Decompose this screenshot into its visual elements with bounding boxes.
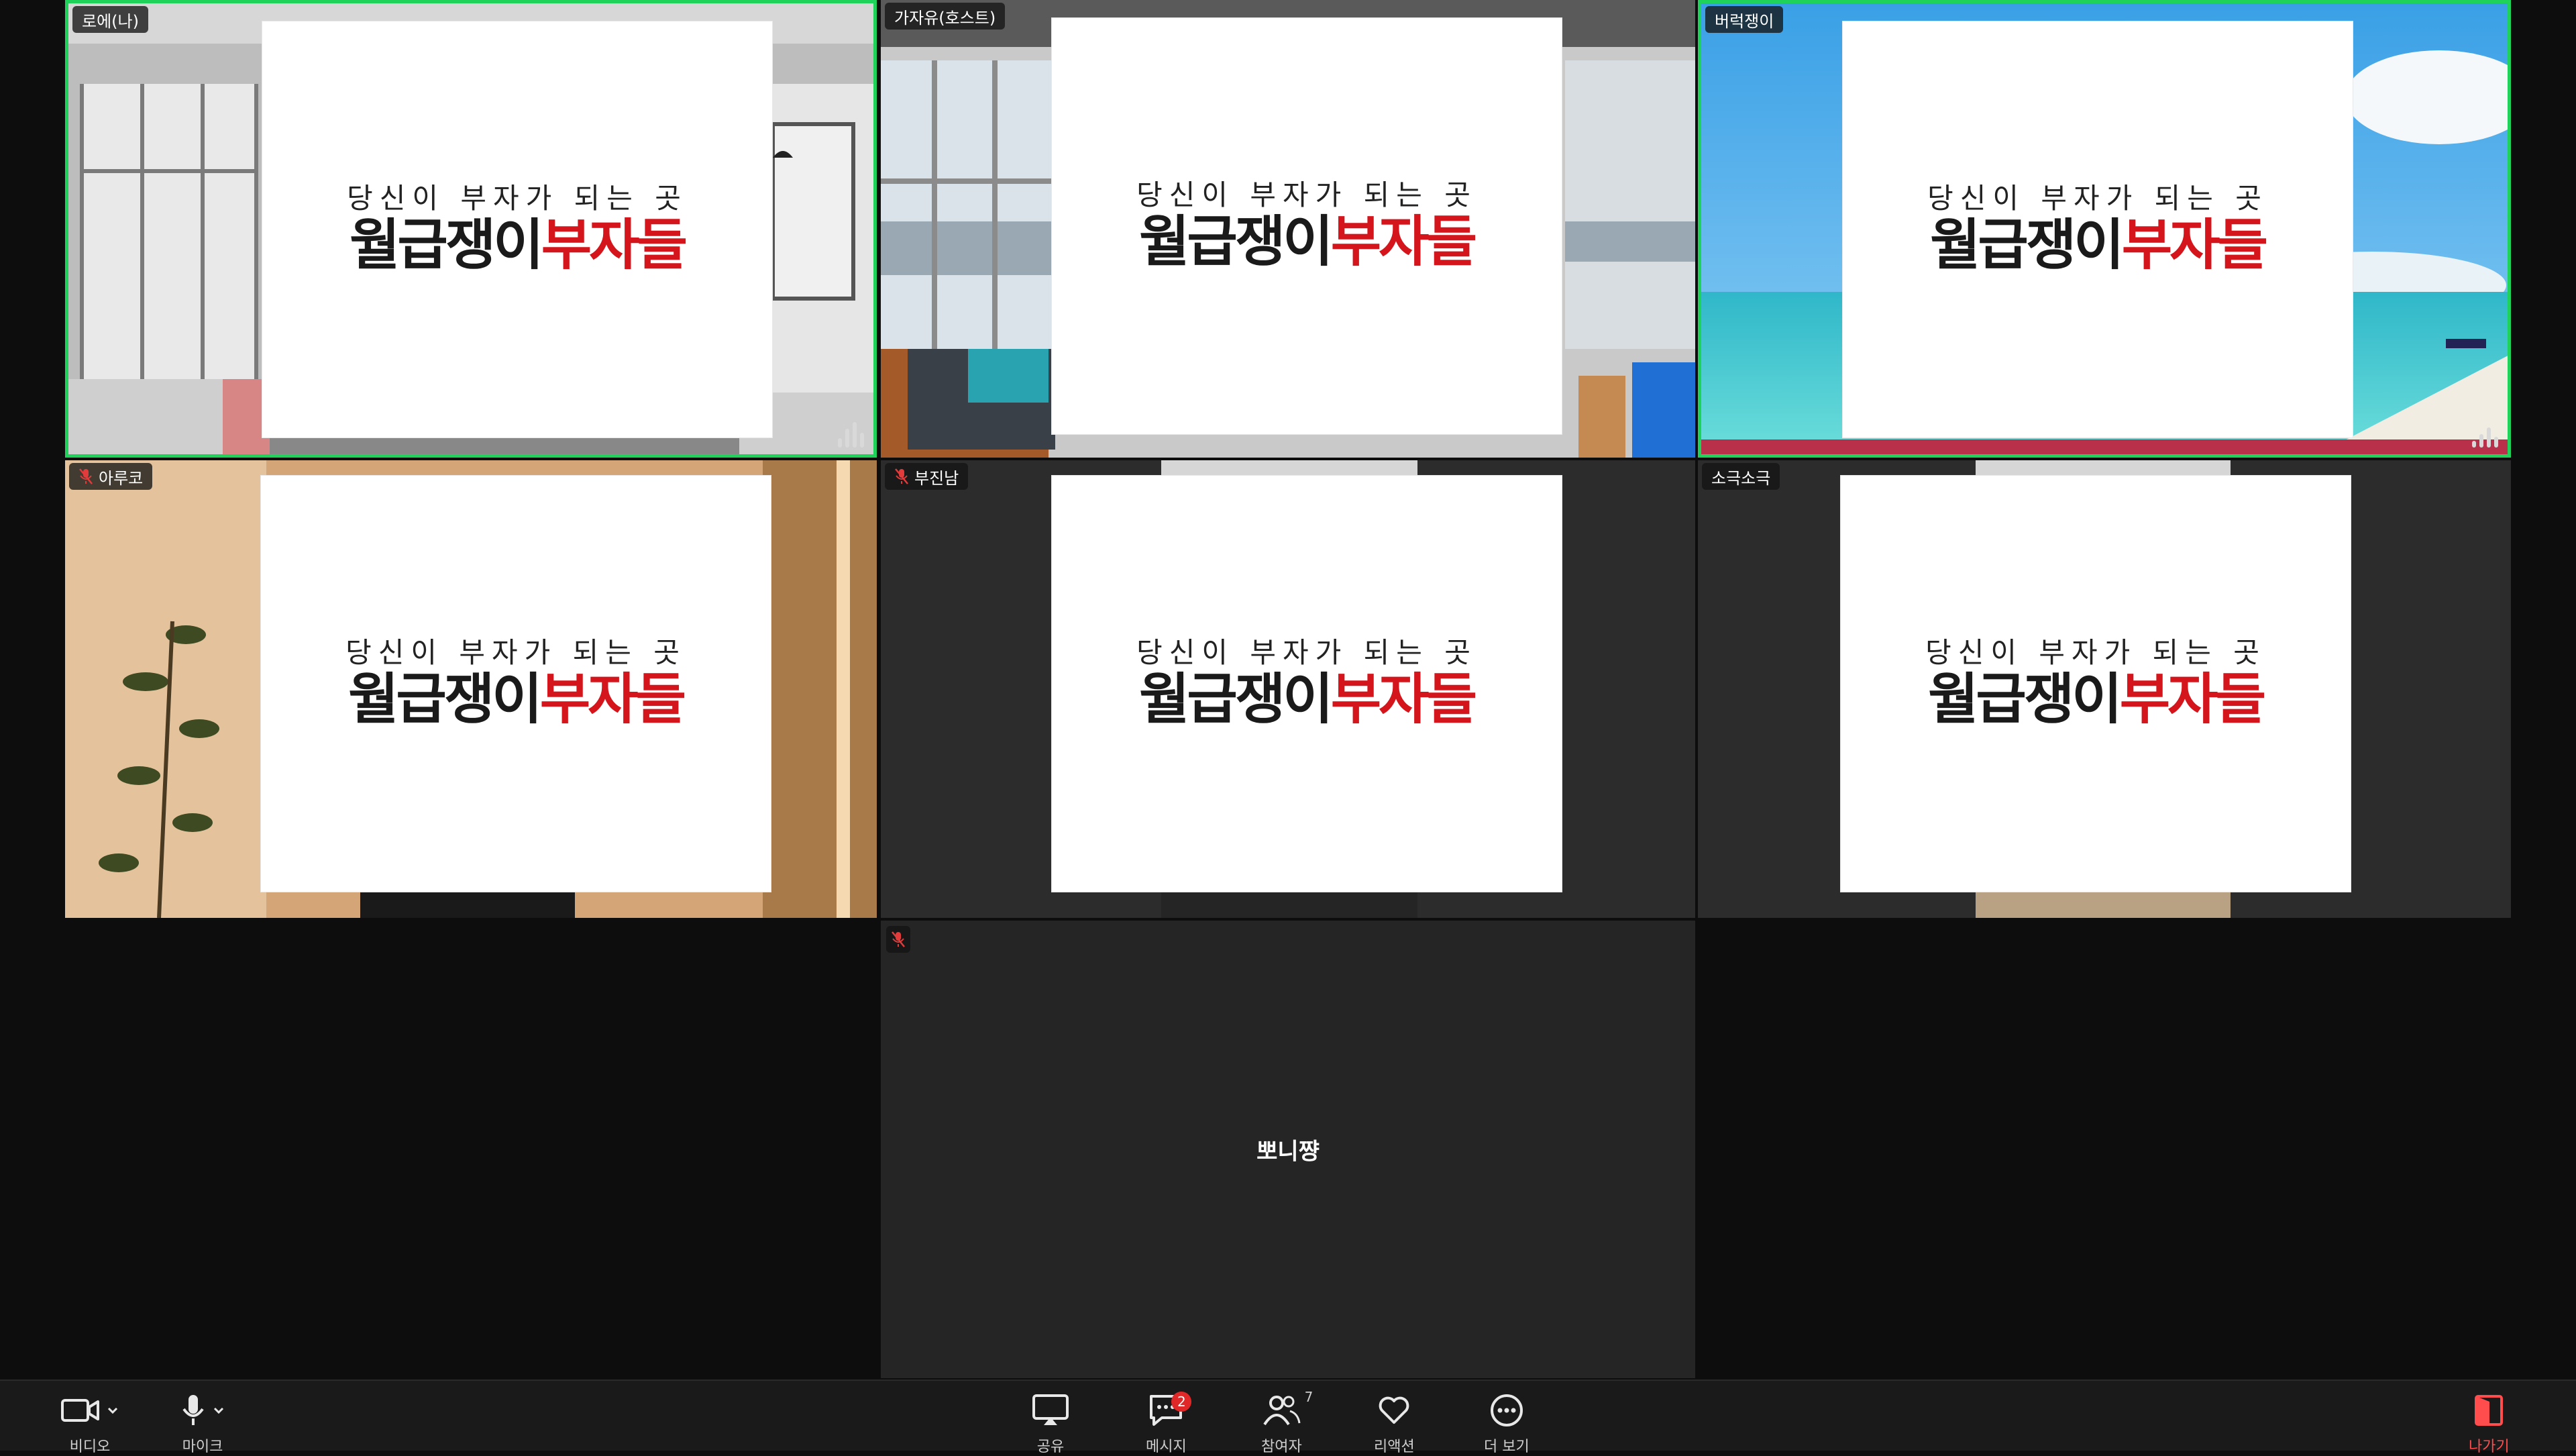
- mic-muted-icon: [79, 468, 93, 484]
- mic-muted-icon: [895, 468, 908, 484]
- video-tile-5[interactable]: 부진남 당신이 부자가 되는 곳 월급쟁이부자들: [881, 460, 1695, 918]
- leave-button[interactable]: 나가기: [2469, 1390, 2510, 1456]
- participant-name-tag: 부진남: [885, 463, 969, 490]
- leave-label: 나가기: [2469, 1439, 2510, 1455]
- video-tile-2[interactable]: 가자유(호스트) 당신이 부자가 되는 곳 월급쟁이부자들: [881, 0, 1695, 458]
- reactions-label: 리액션: [1374, 1439, 1415, 1455]
- video-tile-4[interactable]: 아루코 당신이 부자가 되는 곳 월급쟁이부자들: [65, 460, 877, 918]
- shared-slide: 당신이 부자가 되는 곳 월급쟁이부자들: [1051, 17, 1562, 435]
- video-tile-6[interactable]: 소극소극 당신이 부자가 되는 곳 월급쟁이부자들: [1698, 460, 2511, 918]
- participant-name-tag: 아루코: [69, 463, 153, 490]
- shared-slide: 당신이 부자가 되는 곳 월급쟁이부자들: [1051, 475, 1562, 892]
- participant-count: 7: [1304, 1389, 1313, 1405]
- slide-title: 월급쟁이부자들: [1138, 210, 1477, 274]
- chat-button[interactable]: 2 메시지: [1146, 1390, 1192, 1456]
- slide-subtitle: 당신이 부자가 되는 곳: [1925, 636, 2266, 670]
- slide-title: 월급쟁이부자들: [1929, 213, 2268, 278]
- microphone-icon: [182, 1395, 204, 1425]
- reactions-button[interactable]: 리액션: [1374, 1390, 1415, 1456]
- slide-title: 월급쟁이부자들: [347, 668, 686, 732]
- slide-title: 월급쟁이부자들: [1138, 668, 1477, 732]
- video-tile-1[interactable]: 로에(나) 당신이 부자가 되는 곳 월급쟁이부자들: [65, 0, 877, 458]
- meeting-toolbar: 비디오 마이크 공유 2 메시지 7 참여자 리액션 더 보기 나가기: [0, 1380, 2576, 1455]
- slide-title: 월급쟁이부자들: [349, 213, 688, 278]
- mic-muted-icon: [892, 931, 905, 947]
- participant-name-tag: 버럭쟁이: [1705, 6, 1784, 33]
- audio-level-icon: [2472, 421, 2498, 448]
- shared-slide: 당신이 부자가 되는 곳 월급쟁이부자들: [1842, 21, 2353, 438]
- slide-subtitle: 당신이 부자가 되는 곳: [1136, 178, 1477, 212]
- slide-title: 월급쟁이부자들: [1927, 668, 2266, 732]
- video-camera-icon: [61, 1399, 99, 1422]
- mic-button[interactable]: 마이크: [180, 1390, 225, 1456]
- video-label: 비디오: [69, 1439, 111, 1455]
- slide-subtitle: 당신이 부자가 되는 곳: [345, 636, 686, 670]
- shared-slide: 당신이 부자가 되는 곳 월급쟁이부자들: [1840, 475, 2351, 892]
- participant-name-tag: 소극소극: [1702, 463, 1780, 490]
- leave-door-icon: [2475, 1395, 2504, 1426]
- video-tile-7[interactable]: 뽀니쨩: [881, 921, 1695, 1378]
- share-label: 공유: [1036, 1439, 1065, 1455]
- mic-muted-badge: [886, 926, 910, 953]
- share-button[interactable]: 공유: [1032, 1390, 1069, 1456]
- shared-slide: 당신이 부자가 되는 곳 월급쟁이부자들: [260, 475, 771, 892]
- participant-name-tag: 가자유(호스트): [885, 3, 1006, 30]
- audio-level-icon: [838, 421, 864, 448]
- chat-label: 메시지: [1146, 1439, 1187, 1455]
- shared-slide: 당신이 부자가 되는 곳 월급쟁이부자들: [262, 21, 773, 438]
- chevron-down-icon[interactable]: [212, 1404, 225, 1417]
- participants-icon: [1263, 1396, 1301, 1426]
- video-button[interactable]: 비디오: [60, 1390, 119, 1456]
- heart-icon: [1379, 1396, 1409, 1424]
- more-label: 더 보기: [1484, 1439, 1529, 1455]
- slide-subtitle: 당신이 부자가 되는 곳: [347, 182, 688, 215]
- slide-subtitle: 당신이 부자가 되는 곳: [1927, 182, 2268, 215]
- participant-name-tag: 로에(나): [72, 6, 148, 33]
- more-icon: [1490, 1394, 1523, 1426]
- share-screen-icon: [1032, 1394, 1069, 1425]
- participant-name-center: 뽀니쨩: [1256, 1138, 1320, 1165]
- slide-subtitle: 당신이 부자가 되는 곳: [1136, 636, 1477, 670]
- chevron-down-icon[interactable]: [106, 1404, 119, 1417]
- participants-button[interactable]: 7 참여자: [1261, 1389, 1313, 1456]
- video-tile-3[interactable]: 버럭쟁이 당신이 부자가 되는 곳 월급쟁이부자들: [1698, 0, 2511, 458]
- unread-badge: 2: [1171, 1392, 1192, 1412]
- participants-label: 참여자: [1261, 1439, 1302, 1455]
- mic-label: 마이크: [182, 1439, 223, 1455]
- more-button[interactable]: 더 보기: [1484, 1390, 1529, 1456]
